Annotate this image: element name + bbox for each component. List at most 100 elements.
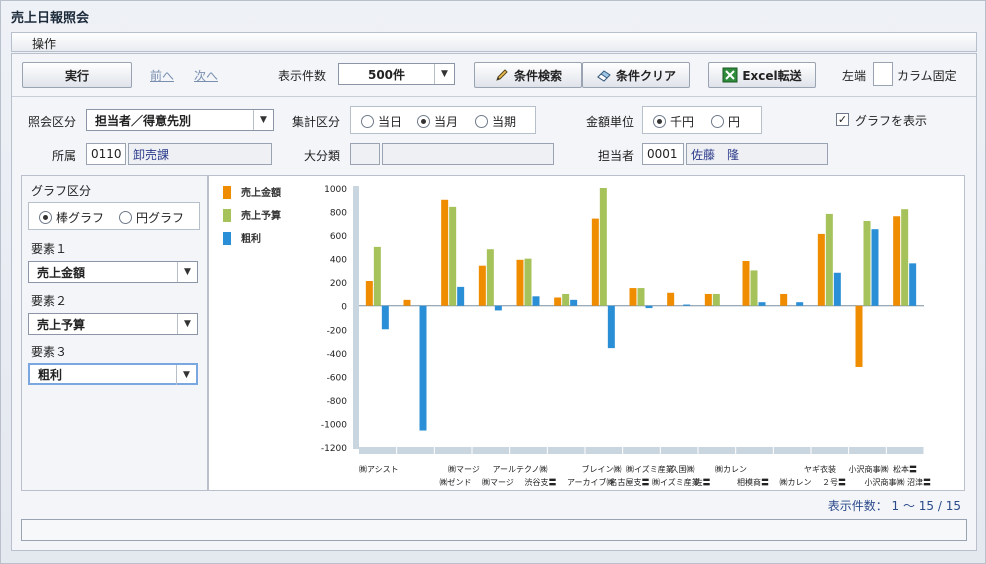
y-tick-label: -400 xyxy=(327,350,348,360)
x-tick-label: ㈱イズミ産業 xyxy=(626,464,674,474)
chevron-down-icon: ▼ xyxy=(434,64,454,84)
y-tick-label: -1000 xyxy=(321,420,347,430)
display-count-select[interactable]: 500件 ▼ xyxy=(338,63,455,85)
aggregate-type-label: 集計区分 xyxy=(292,115,341,129)
bar-売上金額 xyxy=(817,233,825,306)
graph-radio-pie[interactable]: 円グラフ xyxy=(119,209,184,226)
bar-売上予算 xyxy=(712,293,720,306)
x-tick-label: 小沢商事㈱ xyxy=(849,464,889,474)
chevron-down-icon: ▼ xyxy=(176,365,196,385)
bar-売上予算 xyxy=(825,213,833,306)
x-tick-label: ㈱アシスト xyxy=(359,464,399,474)
bar-粗利 xyxy=(494,305,502,311)
amount-option-yen: 円 xyxy=(728,115,741,129)
radio-circle-selected xyxy=(39,211,52,224)
bar-売上予算 xyxy=(637,288,645,306)
bar-売上予算 xyxy=(863,220,871,306)
x-tick-label: 久国㈱ xyxy=(671,464,695,474)
bar-粗利 xyxy=(607,305,615,349)
inquiry-type-label: 照会区分 xyxy=(28,115,77,129)
amount-radio-thousand[interactable]: 千円 xyxy=(653,113,694,130)
clear-button-label: 条件クリア xyxy=(615,68,676,83)
bar-売上金額 xyxy=(478,265,486,306)
graph-radio-bar[interactable]: 棒グラフ xyxy=(39,209,104,226)
dept-label: 所属 xyxy=(52,149,77,163)
bar-粗利 xyxy=(645,305,653,309)
bar-売上金額 xyxy=(667,292,675,306)
element3-select[interactable]: 粗利 ▼ xyxy=(28,363,198,385)
search-button[interactable]: 条件検索 xyxy=(474,62,582,88)
bar-売上予算 xyxy=(373,246,381,306)
display-count-value: 500件 xyxy=(367,67,406,82)
main-window: 売上日報照会 操作 実行 前へ 次へ 表示件数 500件 ▼ 条件検索 条件クリ… xyxy=(0,0,986,564)
bar-売上金額 xyxy=(629,288,637,306)
radio-circle-selected xyxy=(417,115,430,128)
legend-label: 売上予算 xyxy=(241,209,281,222)
staff-label: 担当者 xyxy=(598,149,635,163)
left-column-input[interactable] xyxy=(873,62,893,86)
display-count-label: 表示件数 xyxy=(278,69,327,83)
graph-settings-panel: グラフ区分 棒グラフ 円グラフ 要素１ 売上金額 ▼ 要素２ 売上予算 ▼ 要素… xyxy=(21,175,208,491)
x-tick-label: ブレイン㈱ xyxy=(582,464,622,474)
y-tick-label: 800 xyxy=(330,209,347,219)
radio-circle xyxy=(475,115,488,128)
radio-circle xyxy=(119,211,132,224)
element1-select[interactable]: 売上金額 ▼ xyxy=(28,261,198,283)
x-tick-label: 名古屋支〓 xyxy=(610,477,650,487)
x-tick-label: アールテクノ㈱ xyxy=(493,464,548,474)
run-button[interactable]: 実行 xyxy=(22,62,132,88)
x-tick-label: 沼津〓 xyxy=(907,477,931,487)
clear-button[interactable]: 条件クリア xyxy=(582,62,690,88)
dept-code-input[interactable]: 0110 xyxy=(86,143,126,165)
staff-code-input[interactable]: 0001 xyxy=(642,143,684,165)
x-tick-label: 相模商〓 xyxy=(737,477,769,487)
aggregate-radio-month[interactable]: 当月 xyxy=(417,113,458,130)
x-tick-label: 小沢商事㈱ xyxy=(865,477,905,487)
aggregate-option-month: 当月 xyxy=(434,115,459,129)
inquiry-type-select[interactable]: 担当者／得意先別 ▼ xyxy=(86,109,274,131)
x-tick-label: 渋谷支〓 xyxy=(525,477,557,487)
x-tick-label: 松本〓 xyxy=(893,464,917,474)
chart-y-wall xyxy=(353,186,359,449)
bar-粗利 xyxy=(758,302,766,306)
bar-粗利 xyxy=(796,302,804,306)
aggregate-radio-day[interactable]: 当日 xyxy=(361,113,402,130)
amount-radio-yen[interactable]: 円 xyxy=(711,113,740,130)
excel-export-button[interactable]: Excel転送 xyxy=(708,62,816,88)
legend-label: 売上金額 xyxy=(241,186,281,199)
column-fixed-label: カラム固定 xyxy=(897,69,957,83)
eraser-icon xyxy=(597,70,611,82)
chart-floor xyxy=(359,447,924,454)
category-name-field xyxy=(382,143,554,165)
chevron-down-icon: ▼ xyxy=(177,314,197,334)
element2-label: 要素２ xyxy=(31,294,68,308)
category-code-input[interactable] xyxy=(350,143,380,165)
x-tick-label: ㈱マージ xyxy=(482,477,514,487)
legend-label: 粗利 xyxy=(241,232,261,245)
menu-bar: 操作 xyxy=(11,32,977,52)
x-tick-label: ２号〓 xyxy=(822,478,846,487)
bar-売上金額 xyxy=(591,218,599,306)
bar-粗利 xyxy=(871,229,879,306)
menu-operation[interactable]: 操作 xyxy=(32,35,56,52)
bar-売上予算 xyxy=(562,293,570,306)
y-tick-label: 600 xyxy=(330,232,347,242)
status-bar xyxy=(21,519,967,541)
aggregate-type-group: 当日 当月 当期 xyxy=(350,106,536,134)
legend-swatch xyxy=(223,209,231,222)
show-graph-checkbox[interactable]: ✓ xyxy=(836,113,849,126)
element2-select[interactable]: 売上予算 ▼ xyxy=(28,313,198,335)
bar-chart: 売上金額売上予算粗利 1000 800 600 400 200 0 -200 -400 -600 -… xyxy=(223,185,931,487)
show-graph-label: グラフを表示 xyxy=(855,114,928,128)
dept-name-field: 卸売課 xyxy=(128,143,272,165)
inquiry-type-value: 担当者／得意先別 xyxy=(95,113,192,128)
prev-link[interactable]: 前へ xyxy=(150,67,174,84)
aggregate-radio-period[interactable]: 当期 xyxy=(475,113,516,130)
result-count: 表示件数： 1 ～ 15 / 15 xyxy=(827,499,961,513)
toolbar-divider xyxy=(12,96,976,97)
excel-icon xyxy=(722,67,738,83)
chevron-down-icon: ▼ xyxy=(177,262,197,282)
next-link[interactable]: 次へ xyxy=(194,67,218,84)
y-tick-label: 400 xyxy=(330,256,347,266)
bar-売上金額 xyxy=(365,281,373,306)
